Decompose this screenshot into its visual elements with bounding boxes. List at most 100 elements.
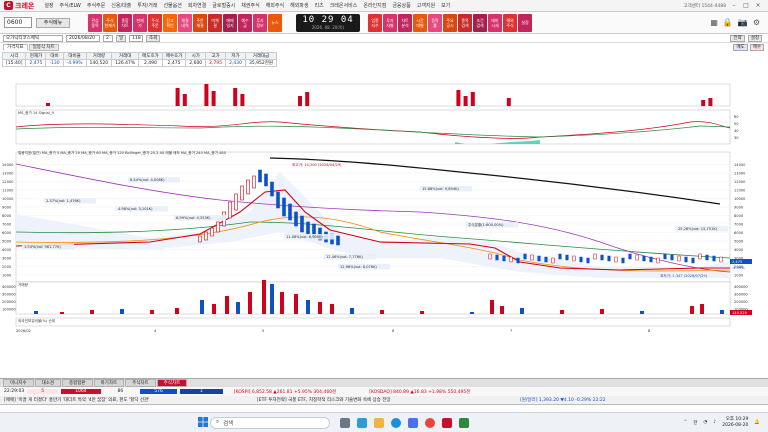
kospi-index[interactable]: [KOSPI] 6,852.58 ▲261.81 +5.95% 304,460천 — [234, 389, 336, 395]
shortcut-tile2-3[interactable]: 시간 대별 — [413, 13, 427, 32]
grid-icon[interactable]: ▦ — [710, 18, 718, 27]
logo-mark-icon: C — [4, 1, 13, 10]
news-item-2[interactable]: [ETF 투자전략] 국풍 ETF, 지정학적 리스크와 기술변화 속에 상승 … — [257, 397, 517, 403]
menu-item-3[interactable]: 신용/대출 — [111, 2, 131, 9]
shortcut-tile2-1[interactable]: 투자 자별 — [383, 13, 397, 32]
buy-button[interactable]: 매수 — [749, 43, 764, 51]
gear-icon[interactable]: ⚙ — [753, 18, 760, 27]
shortcut-tile-12[interactable]: 뉴스 — [268, 13, 282, 32]
volume-tag-text: 140,520 — [732, 311, 748, 315]
bottom-tab-bar: 미니지수 대소견 종합합판 복기차트 주식차트 주식차트 — [0, 378, 768, 387]
shortcut-tile-11[interactable]: 투자 정보 — [253, 13, 267, 32]
taskview-icon[interactable] — [340, 417, 350, 428]
menu-item-15[interactable]: 고객지원 — [417, 2, 435, 9]
menu-item-9[interactable]: 해외주식 — [266, 2, 284, 9]
shortcut-tile2-4[interactable]: 등락 률 — [428, 13, 442, 32]
price-candle — [663, 253, 667, 260]
usd-krw-rate[interactable]: [원/달러] 1,393.20 ▼4.10 -0.29% 22:22 — [520, 397, 606, 403]
menu-item-2[interactable]: 주식주문 — [87, 2, 105, 9]
menu-item-10[interactable]: 해외파생 — [290, 2, 308, 9]
windows-start-icon[interactable] — [198, 417, 208, 427]
lower-volume-bar — [34, 311, 38, 314]
y-axis-label-left: 6000 — [2, 231, 12, 235]
shortcut-tile-0[interactable]: 관심 종목 — [88, 13, 102, 32]
shortcut-tile-9[interactable]: 매매 일지 — [223, 13, 237, 32]
screen-code-input[interactable]: 0600 — [4, 17, 32, 28]
shortcut-tile2-8[interactable]: 테마 시세 — [488, 13, 502, 32]
menu-item-13[interactable]: 온라인지점 — [363, 2, 386, 9]
widgets-icon[interactable] — [357, 417, 367, 428]
count-input[interactable]: 118 — [129, 34, 144, 42]
taskbar-search[interactable]: ⌕ 검색 — [210, 416, 330, 429]
shortcut-tile2-10[interactable]: 설정 — [518, 13, 532, 32]
menu-item-4[interactable]: 투자/거래 — [137, 2, 157, 9]
shortcut-tile-4[interactable]: 주식 주문 — [148, 13, 162, 32]
tab-price-indicator[interactable]: 가격지표 — [3, 43, 28, 51]
shortcut-tile-5[interactable]: 잔고 확인 — [163, 13, 177, 32]
chevron-up-icon[interactable]: ⌃ — [684, 420, 688, 425]
bottom-tab-0[interactable]: 미니지수 — [3, 379, 34, 387]
menu-item-5[interactable]: 선물옵션 — [163, 2, 181, 9]
maximize-icon[interactable]: □ — [742, 2, 750, 10]
ime-indicator[interactable]: 한 — [693, 420, 697, 426]
shortcut-tile-3[interactable]: 현재 가 — [133, 13, 147, 32]
tray-clock[interactable]: 오후 10:29 2026-08-20 — [722, 417, 748, 429]
lower-volume-bar — [490, 300, 494, 314]
bottom-tab-3[interactable]: 복기차트 — [93, 379, 125, 387]
shortcut-tile-1[interactable]: 주식 현재가 — [103, 13, 117, 32]
menu-item-7[interactable]: 글로벌증시 — [212, 2, 235, 9]
search-button[interactable]: 조회 — [146, 34, 161, 42]
shortcut-tile2-6[interactable]: 종목 검색 — [458, 13, 472, 32]
tray-time: 오후 10:29 — [725, 416, 749, 422]
unit-day-button[interactable]: 일 — [116, 34, 127, 42]
kosdaq-index[interactable]: [KOSDAQ] 840.89 ▲16.83 +1.98% 550,495천 — [369, 389, 470, 395]
menu-item-1[interactable]: 주식/ELW — [60, 2, 81, 9]
chrome-icon[interactable] — [425, 417, 435, 428]
shortcut-tile-2[interactable]: 종합 차트 — [118, 13, 132, 32]
wifi-icon[interactable]: ◔ — [703, 420, 707, 425]
camera-icon[interactable]: 📷 — [738, 18, 748, 27]
menu-item-14[interactable]: 금융상품 — [392, 2, 410, 9]
menu-item-8[interactable]: 채권주식 — [241, 2, 259, 9]
creon-taskbar-icon[interactable] — [442, 417, 452, 428]
minimize-icon[interactable]: – — [730, 2, 738, 10]
menu-item-6[interactable]: 회차연결 — [188, 2, 206, 9]
shortcut-tile2-7[interactable]: 조건 검색 — [473, 13, 487, 32]
shortcut-tile2-0[interactable]: 업종 지수 — [368, 13, 382, 32]
shortcut-tile-7[interactable]: 주문 체결 — [193, 13, 207, 32]
date-input[interactable]: 2026/08/20 — [66, 34, 100, 42]
bottom-tab-5[interactable]: 주식차트 — [156, 379, 188, 387]
menu-item-0[interactable]: 설정 — [44, 2, 53, 9]
shortcut-tile-8[interactable]: 미체 결 — [208, 13, 222, 32]
shortcut-tile-10[interactable]: 예수 금 — [238, 13, 252, 32]
menu-item-12[interactable]: 크레온서비스 — [330, 2, 358, 9]
shortcut-tile-6[interactable]: 체결 내역 — [178, 13, 192, 32]
bottom-tab-4[interactable]: 주식차트 — [125, 379, 156, 387]
app-taskbar-icon[interactable] — [459, 417, 469, 428]
lock-icon[interactable]: 🔒 — [723, 18, 733, 27]
menu-item-11[interactable]: 리츠 — [315, 2, 324, 9]
price-candle — [600, 254, 604, 261]
bottom-tab-2[interactable]: 종합합판 — [61, 379, 93, 387]
shortcut-tile2-5[interactable]: 주요 공시 — [443, 13, 457, 32]
shortcut-tile2-9[interactable]: 해외 주식 — [503, 13, 517, 32]
shortcut-tile2-2[interactable]: 차트 분석 — [398, 13, 412, 32]
store-icon[interactable] — [408, 417, 418, 428]
close-icon[interactable]: × — [754, 2, 762, 10]
news-item-1[interactable]: [매매] '미끌 게 터졌다' 홍만기 '대더트 특약 '4만 꿈잠' 의료, … — [4, 397, 254, 403]
settings-button[interactable]: 설정 — [747, 34, 762, 42]
clock-display: 10 29 04 2026. 08. 20(목) — [296, 13, 360, 32]
explorer-icon[interactable] — [374, 417, 384, 428]
bottom-tab-1[interactable]: 대소견 — [34, 379, 61, 387]
sell-button[interactable]: 매도 — [733, 43, 748, 51]
edge-icon[interactable] — [391, 417, 401, 428]
stock-name-input[interactable]: 오가닉티코스메틱 — [3, 34, 63, 42]
strategy-button[interactable]: 전략 — [730, 34, 745, 42]
stock-menu-button[interactable]: 주식메뉴 — [36, 17, 70, 28]
tab-daily-chart[interactable]: 일봉식 차트 — [28, 43, 59, 51]
chart-canvas[interactable]: MS_종가 14 Signal_9 일봉지표(일간) MA_종가 5 MA_종가 … — [0, 82, 768, 374]
notification-icon[interactable]: 🔔 — [754, 420, 760, 425]
volume-icon[interactable]: ♪ — [713, 420, 716, 425]
menu-item-16[interactable]: 보기 — [441, 2, 450, 9]
period-input[interactable]: 2 — [103, 34, 113, 42]
